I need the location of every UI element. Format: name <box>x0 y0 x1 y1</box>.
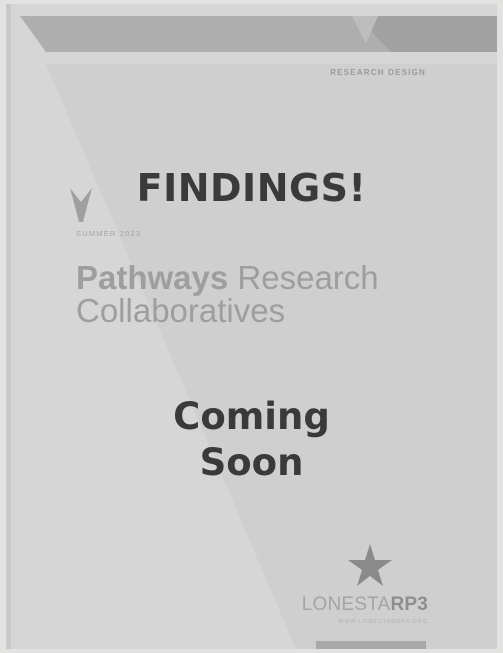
logo-bold: RP3 <box>390 594 428 615</box>
title-rest: Research <box>228 259 379 296</box>
logo-light: LONESTA <box>301 594 391 615</box>
lonestar-logo: LONESTARP3 <box>296 594 428 616</box>
season-label: SUMMER 2023 <box>76 229 142 238</box>
star-icon <box>348 544 392 591</box>
chevron-down-icon <box>70 188 92 227</box>
report-title: Pathways Research Collaboratives <box>76 261 379 327</box>
title-bold: Pathways <box>76 259 229 296</box>
title-line-2: Collaboratives <box>76 292 286 329</box>
section-label: RESEARCH DESIGN <box>330 68 426 77</box>
coming-line-2: Soon <box>199 441 304 484</box>
bottom-bar <box>316 641 426 649</box>
report-cover: RESEARCH DESIGN FINDINGS! SUMMER 2023 Pa… <box>6 4 497 649</box>
coming-soon-text: Coming Soon <box>6 394 497 486</box>
logo-url: WWW.LONESTARRP3.ORG <box>338 619 428 625</box>
top-banner <box>20 16 391 52</box>
coming-line-1: Coming <box>173 395 330 438</box>
